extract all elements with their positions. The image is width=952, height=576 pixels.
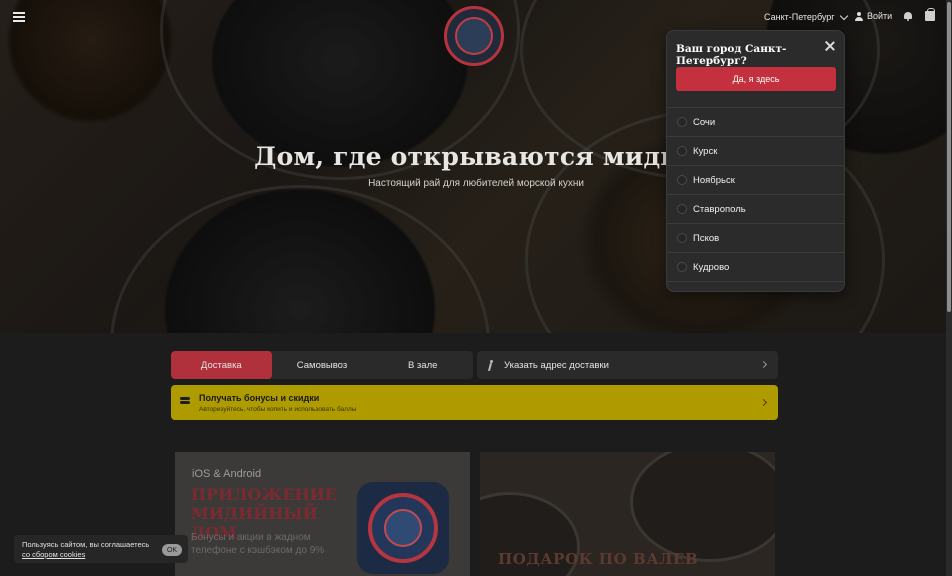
login-label: Войти <box>867 11 893 21</box>
radio-icon <box>677 204 687 214</box>
city-option-label: Псков <box>693 232 720 244</box>
city-list: Сочи Курск Ноябрьск Ставрополь Псков Куд… <box>667 107 844 282</box>
city-selector[interactable]: Санкт-Петербург <box>764 11 848 22</box>
city-option[interactable]: Курск <box>667 137 844 166</box>
radio-icon <box>677 175 687 185</box>
tab-delivery[interactable]: Доставка <box>171 351 272 379</box>
chevron-right-icon <box>759 398 768 407</box>
page-scrollbar[interactable] <box>946 0 952 576</box>
cookie-notice: Пользуясь сайтом, вы соглашаетесь со сбо… <box>14 535 188 563</box>
order-type-tabs: Доставка Самовывоз В зале <box>171 351 473 379</box>
city-confirm-popup: Ваш город Санкт-Петербург? Да, я здесь С… <box>666 30 845 292</box>
brand-logo[interactable] <box>444 6 504 66</box>
chevron-down-icon <box>839 11 848 20</box>
cookie-policy-link[interactable]: со сбором cookies <box>22 550 85 559</box>
radio-icon <box>677 233 687 243</box>
confirm-city-button[interactable]: Да, я здесь <box>676 67 836 91</box>
chevron-right-icon <box>759 360 768 369</box>
city-option-label: Ставрополь <box>693 203 746 215</box>
app-promo-card[interactable]: iOS & Android ПРИЛОЖЕНИЕ МИДИЙНЫЙ ДОМ Бо… <box>175 452 470 576</box>
login-button[interactable]: Войти <box>855 11 892 21</box>
scrollbar-thumb[interactable] <box>947 2 951 312</box>
city-option[interactable]: Кудрово <box>667 253 844 282</box>
city-option-label: Ноябрьск <box>693 174 735 186</box>
delivery-address-label: Указать адрес доставки <box>504 359 609 371</box>
app-platforms: iOS & Android <box>192 468 262 480</box>
bonus-subtitle: Авторизуйтесь, чтобы копить и использова… <box>199 406 357 413</box>
coins-icon <box>180 397 190 407</box>
tab-dine-in[interactable]: В зале <box>372 351 473 379</box>
radio-icon <box>677 117 687 127</box>
gift-promo-card[interactable]: ПОДАРОК ПО ВАЛЕВ <box>480 452 775 576</box>
city-option[interactable]: Ставрополь <box>667 195 844 224</box>
city-option-label: Курск <box>693 145 718 157</box>
cart-bag-icon[interactable] <box>925 8 935 21</box>
radio-icon <box>677 262 687 272</box>
cookie-message: Пользуясь сайтом, вы соглашаетесь <box>22 540 150 549</box>
city-option[interactable]: Сочи <box>667 108 844 137</box>
popup-title: Ваш город Санкт-Петербург? <box>676 43 787 67</box>
logo-mussel-icon <box>455 17 493 55</box>
bonus-title: Получать бонусы и скидки <box>199 393 320 403</box>
cookie-ok-button[interactable]: OK <box>162 544 182 556</box>
app-promo-description: Бонусы и акции в жадном телефоне с кэшбэ… <box>191 532 325 556</box>
bonus-banner[interactable]: Получать бонусы и скидки Авторизуйтесь, … <box>171 385 778 420</box>
city-option[interactable]: Псков <box>667 224 844 253</box>
courier-icon <box>486 359 496 371</box>
city-option[interactable]: Ноябрьск <box>667 166 844 195</box>
delivery-address-button[interactable]: Указать адрес доставки <box>477 351 778 379</box>
radio-icon <box>677 146 687 156</box>
city-selector-label: Санкт-Петербург <box>764 12 835 22</box>
bell-icon[interactable] <box>904 11 912 21</box>
close-icon[interactable] <box>825 41 835 51</box>
city-option-label: Сочи <box>693 116 716 128</box>
hamburger-menu-icon[interactable] <box>13 12 25 22</box>
city-option-label: Кудрово <box>693 261 730 273</box>
app-logo-icon <box>357 482 449 574</box>
gift-promo-title: ПОДАРОК ПО ВАЛЕВ <box>498 550 699 568</box>
cookie-text: Пользуясь сайтом, вы соглашаетесь со сбо… <box>22 540 162 560</box>
promo-plate <box>630 452 775 562</box>
tab-pickup[interactable]: Самовывоз <box>272 351 373 379</box>
user-icon <box>855 11 863 21</box>
